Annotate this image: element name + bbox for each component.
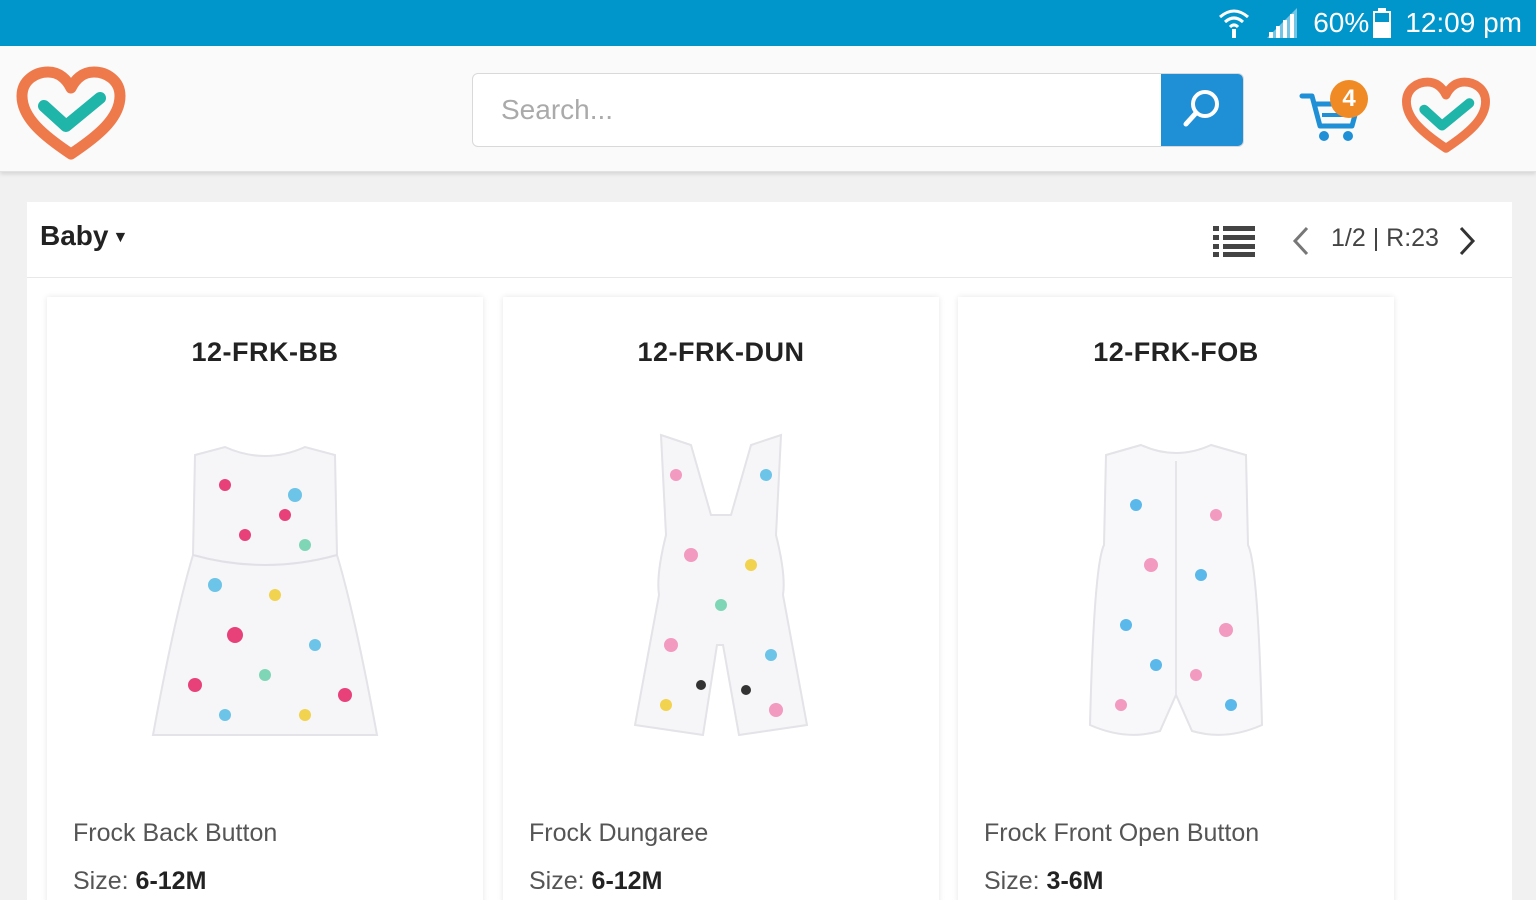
- wifi-icon: [1217, 7, 1251, 39]
- next-page-button[interactable]: [1455, 224, 1479, 258]
- product-image-frock: [115, 425, 415, 765]
- app-header: 4: [0, 46, 1536, 172]
- product-name: Frock Dungaree: [529, 819, 709, 847]
- category-label: Baby: [40, 220, 109, 251]
- filter-bar: Baby ▼ 1/2 | R:23: [27, 202, 1512, 278]
- prev-page-button[interactable]: [1289, 224, 1313, 258]
- product-card[interactable]: 12-FRK-FOB Frock Front Open Button Size:…: [958, 297, 1394, 900]
- battery-icon: [1373, 8, 1392, 38]
- signal-icon: [1265, 8, 1299, 38]
- chevron-left-icon: [1289, 226, 1313, 262]
- product-name: Frock Back Button: [73, 819, 278, 847]
- battery-percent: 60%: [1313, 7, 1370, 38]
- status-bar-right: 60% 12:09 pm: [1217, 6, 1522, 40]
- cart-button[interactable]: 4: [1298, 80, 1370, 146]
- size-value: 6-12M: [135, 867, 207, 895]
- cart-count-badge: 4: [1330, 80, 1368, 118]
- search-button[interactable]: [1161, 74, 1243, 146]
- product-image-dungaree: [571, 425, 871, 765]
- heart-check-logo[interactable]: [14, 66, 128, 162]
- profile-logo-button[interactable]: [1400, 76, 1492, 156]
- product-image-romper: [1026, 425, 1326, 765]
- battery-status: 60%: [1313, 7, 1392, 39]
- product-code: 12-FRK-BB: [191, 337, 339, 367]
- search-input[interactable]: [473, 74, 1163, 146]
- search-bar: [472, 73, 1244, 147]
- product-size: Size: 3-6M: [984, 867, 1104, 896]
- caret-down-icon: ▼: [112, 229, 129, 246]
- search-icon: [1181, 87, 1223, 134]
- product-card[interactable]: 12-FRK-DUN Frock Dungaree Size: 6-12M: [503, 297, 939, 900]
- product-size: Size: 6-12M: [73, 867, 206, 896]
- product-code: 12-FRK-DUN: [637, 337, 805, 367]
- product-name: Frock Front Open Button: [984, 819, 1260, 847]
- size-label: Size:: [984, 867, 1040, 895]
- cart-icon: [1298, 93, 1364, 150]
- chevron-right-icon: [1455, 226, 1479, 262]
- size-label: Size:: [73, 867, 129, 895]
- list-view-icon: [1213, 226, 1257, 262]
- pagination-text: 1/2 | R:23: [1331, 224, 1439, 252]
- product-panel: Baby ▼ 1/2 | R:23 12-FRK-BB Frock Back B…: [27, 202, 1512, 900]
- product-code: 12-FRK-FOB: [1093, 337, 1259, 367]
- product-size: Size: 6-12M: [529, 867, 662, 896]
- clock: 12:09 pm: [1405, 7, 1522, 38]
- size-value: 6-12M: [591, 867, 663, 895]
- list-view-button[interactable]: [1213, 224, 1257, 258]
- status-bar: 60% 12:09 pm: [0, 0, 1536, 46]
- category-dropdown[interactable]: Baby ▼: [40, 220, 128, 252]
- size-value: 3-6M: [1046, 867, 1104, 895]
- size-label: Size:: [529, 867, 585, 895]
- product-card[interactable]: 12-FRK-BB Frock Back Button Size: 6-12M: [47, 297, 483, 900]
